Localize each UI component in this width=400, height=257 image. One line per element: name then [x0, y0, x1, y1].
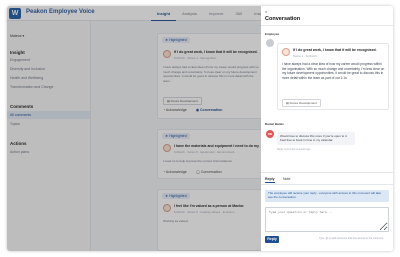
mention-hint: Type '@' to add someone that has access …	[319, 237, 384, 240]
manager-avatar: DB	[266, 130, 274, 138]
manager-text: Would love to discuss this more if you'r…	[280, 134, 348, 143]
info-banner: The employee will receive your reply - e…	[265, 190, 389, 202]
modal-backdrop[interactable]	[7, 6, 261, 251]
employee-text: I have always had a clear idea of how my…	[282, 62, 385, 80]
employee-meta: Score 4 · 6 Month	[293, 54, 317, 58]
divider	[261, 25, 393, 26]
frown-face-icon	[282, 48, 290, 56]
tab-note[interactable]: Note	[283, 177, 290, 181]
employee-label: Employee	[265, 32, 280, 36]
app-window: W Peakon Employee Voice Insight Analysis…	[7, 6, 393, 251]
reply-input[interactable]	[265, 207, 389, 232]
panel-title: Conversation	[265, 16, 301, 22]
manager-label: Daniel Banks	[265, 122, 284, 126]
reply-area: Reply Note The employee will receive you…	[261, 172, 393, 251]
manager-reply: Would love to discuss this more if you'r…	[277, 132, 355, 145]
divider	[261, 184, 393, 185]
manager-meta: Reply sent a few seconds ago	[277, 148, 311, 151]
employee-comment: If I do great work, I know that it will …	[277, 43, 389, 110]
conversation-panel: × Conversation Employee If I do great wo…	[261, 6, 393, 251]
employee-question: If I do great work, I know that it will …	[293, 48, 377, 52]
employee-avatar	[266, 39, 274, 47]
close-icon[interactable]: ×	[265, 9, 267, 14]
topic-chip[interactable]: ▤ Future Development	[282, 99, 321, 107]
tab-reply[interactable]: Reply	[265, 177, 275, 183]
reply-button[interactable]: Reply	[265, 236, 279, 243]
